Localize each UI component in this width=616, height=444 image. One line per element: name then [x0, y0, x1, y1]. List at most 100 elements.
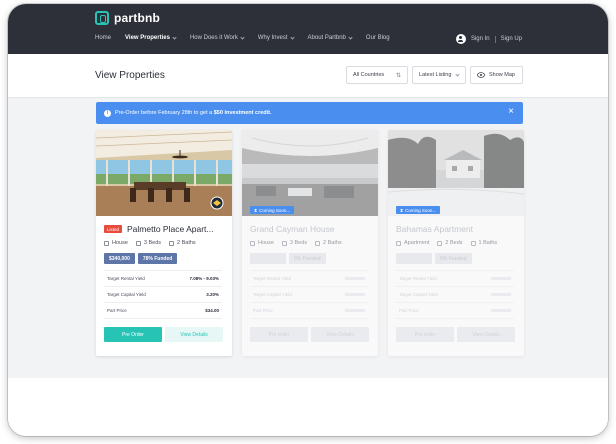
- bath-icon: [169, 240, 175, 246]
- card-actions: Pre Order View Details: [104, 327, 223, 342]
- property-type: House: [104, 240, 128, 246]
- property-photo[interactable]: [242, 130, 378, 216]
- metric-row: Target Capital Yield 3.20%: [104, 287, 222, 303]
- property-card[interactable]: Listed Palmetto Place Apart... House 3 B…: [96, 130, 232, 356]
- sign-in-link[interactable]: Sign In: [471, 36, 490, 42]
- page-header: View Properties All Countries ⇅ Latest L…: [8, 54, 608, 98]
- pre-order-button[interactable]: Pre Order: [104, 327, 162, 342]
- page-title: View Properties: [95, 70, 165, 81]
- sort-arrows-icon: ⇅: [395, 72, 401, 79]
- chevron-down-icon: [240, 34, 245, 40]
- nav-item-our-blog[interactable]: Our Blog: [366, 35, 390, 41]
- property-features: House 3 Beds 2 Baths: [250, 240, 342, 246]
- pre-order-button[interactable]: Pre order: [250, 327, 308, 342]
- chevron-down-icon: [348, 34, 353, 40]
- nav-item-how-does-it-work[interactable]: How Does it Work: [190, 34, 245, 41]
- card-actions: Pre order View Details: [396, 327, 515, 342]
- info-icon: i: [104, 109, 111, 117]
- promo-banner: i Pre-Order before February 28th to get …: [96, 102, 523, 124]
- sort-select[interactable]: Latest Listing: [412, 66, 466, 84]
- bed-count: 3 Beds: [135, 240, 161, 246]
- show-map-button[interactable]: Show Map: [470, 66, 523, 84]
- metric-row: Part Price $34.00: [104, 303, 222, 319]
- property-type: Apartment: [396, 240, 429, 246]
- card-actions: Pre order View Details: [250, 327, 369, 342]
- metric-row: Target Capital Yield: [396, 287, 514, 303]
- property-card[interactable]: Grand Cayman House House 3 Beds 2 Baths …: [242, 130, 378, 356]
- nav-item-about-partbnb[interactable]: About Partbnb: [308, 34, 353, 41]
- nav-item-why-invest[interactable]: Why Invest: [258, 34, 295, 41]
- bath-count: 2 Baths: [169, 240, 196, 246]
- page-footer-area: [8, 378, 608, 436]
- bath-icon: [315, 240, 321, 246]
- status-badge: Listed: [104, 225, 123, 233]
- price-placeholder: [396, 253, 432, 264]
- user-avatar-icon: [455, 34, 466, 44]
- metrics-table: Target Rental Yield Target Capital Yield…: [396, 270, 514, 319]
- bath-count: 2 Baths: [315, 240, 342, 246]
- funded-badge: 0% Funded: [435, 253, 472, 264]
- card-title-row: Grand Cayman House: [250, 224, 374, 234]
- main-content: i Pre-Order before February 28th to get …: [8, 98, 608, 378]
- sign-up-link[interactable]: Sign Up: [501, 36, 522, 42]
- metric-row: Target Capital Yield: [250, 287, 368, 303]
- brand-logo[interactable]: partbnb: [95, 11, 160, 25]
- house-icon: [104, 240, 109, 246]
- chevron-down-icon: [455, 71, 460, 77]
- card-badges: $340,000 78% Funded: [104, 253, 178, 264]
- view-details-button[interactable]: View Details: [457, 327, 515, 342]
- coming-soon-badge: ⧗ Coming Soon...: [250, 206, 295, 214]
- metric-row: Target Rental Yield: [250, 271, 368, 287]
- hourglass-icon: ⧗: [400, 207, 404, 213]
- bath-count: 1 Baths: [470, 240, 497, 246]
- apartment-icon: [396, 240, 401, 246]
- metric-row: Target Rental Yield: [396, 271, 514, 287]
- view-details-button[interactable]: View Details: [311, 327, 369, 342]
- metrics-table: Target Rental Yield 7.08% - 9.03% Target …: [104, 270, 222, 319]
- country-select[interactable]: All Countries ⇅: [346, 66, 408, 84]
- property-title[interactable]: Grand Cayman House: [250, 224, 335, 234]
- property-title[interactable]: Bahamas Apartment: [396, 224, 473, 234]
- metric-row: Target Rental Yield 7.08% - 9.03%: [104, 271, 222, 287]
- funded-badge: 78% Funded: [137, 253, 178, 264]
- divider: [494, 35, 496, 43]
- bed-icon: [281, 240, 287, 246]
- bed-count: 3 Beds: [281, 240, 307, 246]
- view-details-button[interactable]: View Details: [165, 327, 223, 342]
- card-badges: 0% Funded: [396, 253, 472, 264]
- funded-badge: 0% Funded: [289, 253, 326, 264]
- property-features: Apartment 2 Beds 1 Baths: [396, 240, 497, 246]
- brand-name: partbnb: [114, 11, 161, 25]
- property-title[interactable]: Palmetto Place Apart...: [127, 224, 213, 234]
- bath-icon: [470, 240, 476, 246]
- metric-row: Part Price: [396, 303, 514, 319]
- bed-icon: [135, 240, 141, 246]
- price-placeholder: [250, 253, 286, 264]
- price-badge: $340,000: [104, 253, 135, 264]
- top-nav: partbnb Home View Properties How Does it…: [8, 4, 608, 54]
- chevron-down-icon: [172, 34, 177, 40]
- coming-soon-badge: ⧗ Coming Soon...: [396, 206, 441, 214]
- chevron-down-icon: [289, 34, 295, 40]
- nav-item-home[interactable]: Home: [95, 35, 111, 41]
- nav-item-view-properties[interactable]: View Properties: [125, 34, 177, 41]
- property-photo[interactable]: [388, 130, 524, 216]
- auth-links: Sign In Sign Up: [455, 34, 522, 44]
- bed-count: 2 Beds: [437, 240, 463, 246]
- bed-icon: [437, 240, 443, 246]
- pre-order-button[interactable]: Pre order: [396, 327, 454, 342]
- property-type: House: [250, 240, 274, 246]
- banner-text: Pre-Order before February 28th to get a …: [115, 110, 272, 116]
- card-title-row: Bahamas Apartment: [396, 224, 520, 234]
- property-card[interactable]: Bahamas Apartment Apartment 2 Beds 1 Bat…: [388, 130, 524, 356]
- hourglass-icon: ⧗: [254, 207, 258, 213]
- property-photo[interactable]: [96, 130, 232, 216]
- house-icon: [250, 240, 255, 246]
- metric-row: Part Price: [250, 303, 368, 319]
- partbnb-logo-icon: [95, 11, 109, 25]
- app-window: partbnb Home View Properties How Does it…: [8, 4, 608, 436]
- property-features: House 3 Beds 2 Baths: [104, 240, 196, 246]
- main-menu: Home View Properties How Does it Work Wh…: [95, 34, 404, 41]
- close-icon[interactable]: ×: [508, 107, 514, 117]
- eye-icon: [477, 72, 485, 78]
